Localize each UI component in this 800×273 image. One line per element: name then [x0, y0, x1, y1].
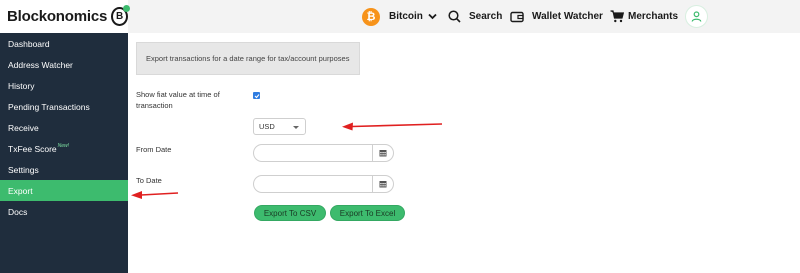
brand-logo[interactable]: Blockonomics B: [0, 0, 130, 33]
check-icon: [254, 93, 259, 98]
bitcoin-icon: ₿: [362, 7, 380, 26]
export-csv-button[interactable]: Export To CSV: [254, 205, 326, 221]
brand-badge-letter: B: [115, 11, 124, 22]
sidebar-item-dashboard[interactable]: Dashboard: [0, 33, 128, 54]
fiat-value-checkbox[interactable]: [253, 92, 260, 99]
sidebar-item-label: Address Watcher: [8, 59, 73, 70]
to-date-label: To Date: [136, 176, 162, 185]
search-label: Search: [469, 11, 503, 22]
merchants-label: Merchants: [628, 11, 679, 22]
wallet-icon: [510, 11, 524, 23]
sidebar-item-label: Docs: [8, 206, 28, 217]
caret-down-icon: [293, 126, 299, 129]
currency-select[interactable]: USD: [253, 118, 306, 135]
to-date-input[interactable]: [253, 175, 394, 193]
user-icon: [691, 11, 702, 22]
sidebar-item-pending-transactions[interactable]: Pending Transactions: [0, 96, 128, 117]
sidebar-item-label: Pending Transactions: [8, 101, 90, 112]
currency-select-value: USD: [259, 122, 275, 131]
export-excel-button[interactable]: Export To Excel: [330, 205, 405, 221]
top-header: Blockonomics B ₿ Bitcoin Search Wallet W…: [0, 0, 800, 33]
red-arrow-icon: [342, 122, 443, 131]
info-box: Export transactions for a date range for…: [136, 42, 360, 75]
sidebar-item-export[interactable]: Export: [0, 180, 128, 201]
new-badge: New!: [57, 142, 70, 149]
brand-badge-icon: B: [111, 5, 130, 26]
sidebar-item-label: Export: [8, 185, 33, 196]
from-date-label: From Date: [136, 145, 172, 154]
user-avatar[interactable]: [685, 5, 708, 28]
sidebar-item-docs[interactable]: Docs: [0, 201, 128, 222]
sidebar-item-label: TxFee Score: [8, 143, 57, 154]
sidebar-item-address-watcher[interactable]: Address Watcher: [0, 54, 128, 75]
shopping-cart-icon: [610, 10, 624, 23]
fiat-value-label: Show fiat value at time of transaction: [136, 90, 220, 110]
from-date-calendar-button[interactable]: [372, 145, 393, 161]
currency-selector[interactable]: ₿ Bitcoin: [362, 0, 437, 33]
search-icon: [448, 10, 461, 23]
red-arrow-icon: [131, 191, 179, 199]
merchants-link[interactable]: Merchants: [610, 0, 678, 33]
sidebar-item-receive[interactable]: Receive: [0, 117, 128, 138]
chevron-down-icon: [428, 13, 437, 20]
sidebar-item-history[interactable]: History: [0, 75, 128, 96]
sidebar-item-label: Dashboard: [8, 38, 50, 49]
sidebar-item-settings[interactable]: Settings: [0, 159, 128, 180]
sidebar-item-label: Settings: [8, 164, 39, 175]
calendar-icon: [379, 181, 387, 188]
brand-dot-icon: [123, 5, 130, 12]
sidebar-item-label: Receive: [8, 122, 39, 133]
currency-label: Bitcoin: [389, 11, 423, 22]
sidebar-item-label: History: [8, 80, 35, 91]
from-date-input[interactable]: [253, 144, 394, 162]
info-text: Export transactions for a date range for…: [146, 54, 350, 63]
wallet-watcher-label: Wallet Watcher: [532, 11, 603, 22]
sidebar-item-txfee-score[interactable]: TxFee Score New!: [0, 138, 128, 159]
sidebar: Dashboard Address Watcher History Pendin…: [0, 33, 128, 273]
to-date-calendar-button[interactable]: [372, 176, 393, 192]
calendar-icon: [379, 150, 387, 157]
search-link[interactable]: Search: [448, 0, 502, 33]
brand-name: Blockonomics: [7, 8, 108, 25]
wallet-watcher-link[interactable]: Wallet Watcher: [510, 0, 603, 33]
